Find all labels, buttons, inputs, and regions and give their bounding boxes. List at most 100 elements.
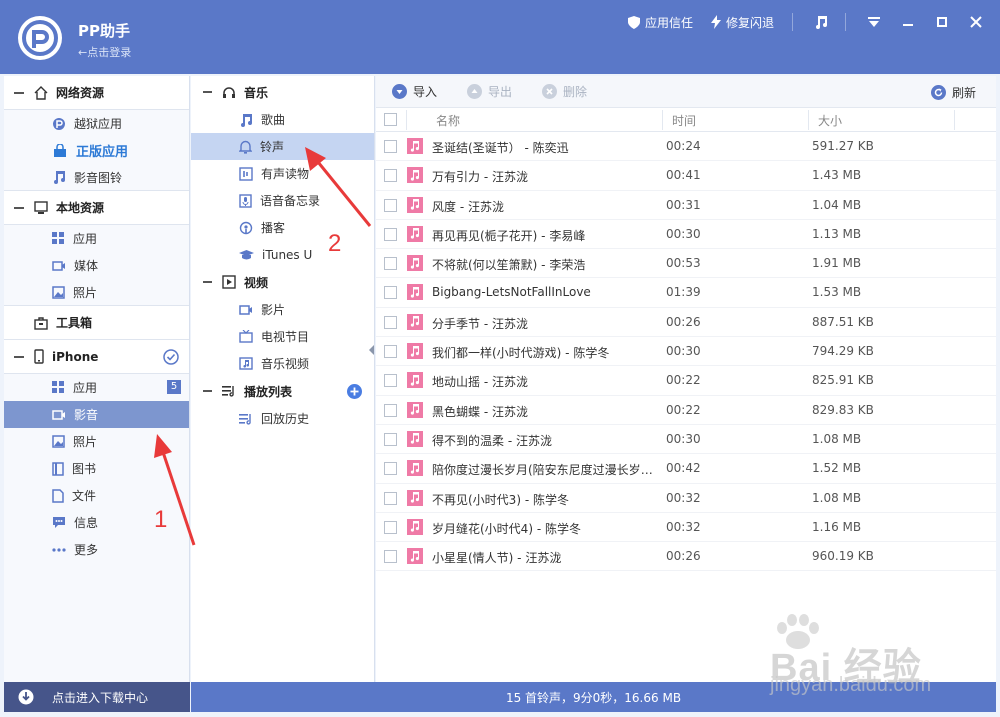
- table-row[interactable]: 不再见(小时代3) - 陈学冬 00:32 1.08 MB: [376, 484, 996, 513]
- sidebar-item-local-photos[interactable]: 照片: [4, 279, 189, 306]
- table-row[interactable]: 不将就(何以笙箫默) - 李荣浩 00:53 1.91 MB: [376, 249, 996, 279]
- table-row[interactable]: 岁月缝花(小时代4) - 陈学冬 00:32 1.16 MB: [376, 513, 996, 543]
- row-checkbox[interactable]: [384, 315, 397, 329]
- sidebar-section-iphone[interactable]: iPhone: [4, 340, 189, 374]
- ringtone-size: 825.91 KB: [812, 373, 874, 388]
- import-button[interactable]: 导入: [392, 83, 437, 100]
- category-section-music[interactable]: 音乐: [191, 78, 374, 106]
- row-checkbox[interactable]: [384, 140, 397, 153]
- add-playlist-button[interactable]: [347, 384, 362, 402]
- ringtone-size: 794.29 KB: [812, 344, 874, 359]
- collapse-panel-button[interactable]: [369, 344, 375, 358]
- row-checkbox[interactable]: [384, 374, 397, 388]
- sidebar-item-iphone-photos[interactable]: 照片: [4, 428, 189, 455]
- row-checkbox[interactable]: [384, 198, 397, 212]
- sidebar-item-iphone-files[interactable]: 文件: [4, 482, 189, 509]
- category-item-audiobooks[interactable]: 有声读物: [191, 160, 374, 187]
- fix-crash-button[interactable]: 修复闪退: [710, 14, 774, 31]
- category-item-music-videos[interactable]: 音乐视频: [191, 350, 374, 377]
- row-checkbox[interactable]: [384, 550, 397, 564]
- pp-logo-icon[interactable]: [18, 16, 62, 60]
- category-item-podcasts[interactable]: 播客: [191, 214, 374, 241]
- sidebar-item-genuine-apps[interactable]: 正版应用: [4, 137, 189, 164]
- row-checkbox[interactable]: [384, 257, 397, 271]
- sidebar-item-iphone-more[interactable]: 更多: [4, 536, 189, 563]
- delete-button[interactable]: 删除: [542, 83, 587, 100]
- row-checkbox[interactable]: [384, 345, 397, 359]
- sidebar-section-toolbox[interactable]: 工具箱: [4, 306, 189, 340]
- column-header-time[interactable]: 时间: [672, 112, 696, 129]
- row-checkbox[interactable]: [384, 169, 397, 183]
- sidebar-item-iphone-apps[interactable]: 应用 5: [4, 374, 189, 401]
- table-row[interactable]: 得不到的温柔 - 汪苏泷 00:30 1.08 MB: [376, 425, 996, 455]
- table-row[interactable]: 我们都一样(小时代游戏) - 陈学冬 00:30 794.29 KB: [376, 337, 996, 367]
- sidebar-item-iphone-media[interactable]: 影音: [4, 401, 189, 428]
- column-header-size[interactable]: 大小: [818, 112, 842, 129]
- table-row[interactable]: 黑色蝴蝶 - 汪苏泷 00:22 829.83 KB: [376, 396, 996, 425]
- column-divider[interactable]: [808, 110, 809, 130]
- sidebar-section-network[interactable]: 网络资源: [4, 76, 189, 110]
- category-item-ringtones[interactable]: 铃声: [191, 133, 374, 160]
- close-button[interactable]: [966, 12, 986, 32]
- category-item-movies[interactable]: 影片: [191, 296, 374, 323]
- row-checkbox[interactable]: [384, 462, 397, 476]
- category-section-video[interactable]: 视频: [191, 268, 374, 296]
- row-checkbox[interactable]: [384, 227, 397, 241]
- music-button[interactable]: [811, 12, 831, 32]
- category-item-tv-shows[interactable]: 电视节目: [191, 323, 374, 350]
- import-label: 导入: [413, 85, 438, 99]
- category-item-itunes-u[interactable]: iTunes U: [191, 241, 374, 268]
- row-checkbox[interactable]: [384, 432, 397, 446]
- collapse-icon[interactable]: [203, 390, 212, 392]
- category-section-playlists[interactable]: 播放列表: [191, 377, 374, 405]
- sidebar-item-media-ringtones[interactable]: 影音图铃: [4, 164, 189, 191]
- table-row[interactable]: 万有引力 - 汪苏泷 00:41 1.43 MB: [376, 161, 996, 191]
- collapse-icon[interactable]: [14, 355, 24, 358]
- app-trust-button[interactable]: 应用信任: [627, 14, 693, 31]
- table-row[interactable]: Bigbang-LetsNotFallInLove 01:39 1.53 MB: [376, 278, 996, 308]
- table-row[interactable]: 风度 - 汪苏泷 00:31 1.04 MB: [376, 191, 996, 220]
- collapse-icon[interactable]: [14, 206, 24, 209]
- table-row[interactable]: 地动山摇 - 汪苏泷 00:22 825.91 KB: [376, 366, 996, 396]
- download-center-button[interactable]: 点击进入下载中心: [4, 682, 190, 712]
- export-button[interactable]: 导出: [467, 83, 512, 100]
- row-checkbox[interactable]: [384, 520, 397, 534]
- select-all-checkbox[interactable]: [384, 113, 397, 126]
- column-header-name[interactable]: 名称: [436, 112, 460, 129]
- sidebar-item-jailbreak-apps[interactable]: 越狱应用: [4, 110, 189, 137]
- category-item-voice-memos[interactable]: 语音备忘录: [191, 187, 374, 214]
- download-center-label: 点击进入下载中心: [52, 690, 149, 705]
- collapse-icon[interactable]: [203, 281, 212, 283]
- table-row[interactable]: 圣诞结(圣诞节） - 陈奕迅 00:24 591.27 KB: [376, 132, 996, 162]
- category-item-songs[interactable]: 歌曲: [191, 106, 374, 133]
- maximize-button[interactable]: [932, 12, 952, 32]
- sidebar-item-local-media[interactable]: 媒体: [4, 252, 189, 279]
- tv-icon: [239, 330, 253, 343]
- table-row[interactable]: 小星星(情人节) - 汪苏泷 00:26 960.19 KB: [376, 542, 996, 572]
- login-link[interactable]: ←点击登录: [78, 44, 131, 60]
- row-checkbox[interactable]: [384, 491, 397, 505]
- sidebar-item-label: 越狱应用: [74, 117, 123, 131]
- ringtone-name: Bigbang-LetsNotFallInLove: [432, 285, 591, 300]
- collapse-icon[interactable]: [14, 91, 24, 94]
- category-item-play-history[interactable]: 回放历史: [191, 405, 374, 432]
- collapse-icon[interactable]: [203, 91, 212, 93]
- row-checkbox[interactable]: [384, 286, 397, 300]
- ringtone-note-icon: [407, 518, 423, 535]
- sidebar-item-label: 信息: [74, 516, 99, 530]
- sidebar-section-local[interactable]: 本地资源: [4, 191, 189, 225]
- minimize-button[interactable]: [898, 12, 918, 32]
- row-checkbox[interactable]: [384, 403, 397, 417]
- ringtone-duration: 00:24: [666, 139, 701, 153]
- table-row[interactable]: 再见再见(栀子花开) - 李易峰 00:30 1.13 MB: [376, 220, 996, 250]
- table-row[interactable]: 分手季节 - 汪苏泷 00:26 887.51 KB: [376, 308, 996, 338]
- sidebar-item-iphone-books[interactable]: 图书: [4, 455, 189, 482]
- sidebar-item-local-apps[interactable]: 应用: [4, 225, 189, 252]
- dropdown-menu-button[interactable]: [864, 12, 884, 32]
- table-row[interactable]: 陪你度过漫长岁月(陪安东尼度过漫长岁月... 00:42 1.52 MB: [376, 454, 996, 484]
- refresh-button[interactable]: 刷新: [930, 84, 976, 101]
- column-divider[interactable]: [954, 110, 955, 130]
- export-label: 导出: [488, 85, 513, 99]
- category-item-label: iTunes U: [262, 247, 313, 262]
- column-divider[interactable]: [662, 110, 663, 130]
